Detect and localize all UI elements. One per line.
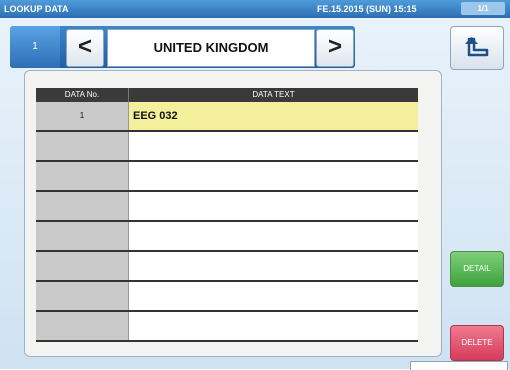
data-text-cell[interactable] (128, 192, 418, 220)
data-text-cell[interactable] (128, 252, 418, 280)
data-no-cell (36, 222, 128, 250)
data-text-cell[interactable] (128, 312, 418, 340)
data-no-cell (36, 132, 128, 160)
lookup-table: DATA No. DATA TEXT 1 EEG 032 (36, 88, 418, 342)
screen-title: LOOKUP DATA (4, 4, 69, 14)
datetime-display: FE.15.2015 (SUN) 15:15 (317, 4, 417, 14)
table-row[interactable]: 1 EEG 032 (36, 102, 418, 132)
data-text-cell[interactable] (128, 162, 418, 190)
lookup-data-screen: LOOKUP DATA FE.15.2015 (SUN) 15:15 1/1 1… (0, 0, 510, 370)
data-text-cell[interactable] (128, 132, 418, 160)
table-row[interactable] (36, 222, 418, 252)
data-no-cell (36, 162, 128, 190)
table-row[interactable] (36, 132, 418, 162)
data-no-cell (36, 312, 128, 340)
delete-button[interactable]: DELETE (450, 325, 504, 361)
column-header-data-text: DATA TEXT (129, 88, 418, 102)
column-header-data-no: DATA No. (36, 88, 129, 102)
data-text-cell[interactable] (128, 282, 418, 310)
next-record-button[interactable]: > (316, 29, 354, 67)
title-bar: LOOKUP DATA FE.15.2015 (SUN) 15:15 1/1 (0, 0, 510, 18)
data-text-cell[interactable]: EEG 032 (128, 102, 418, 130)
table-row[interactable] (36, 252, 418, 282)
data-text-cell[interactable] (128, 222, 418, 250)
record-title: UNITED KINGDOM (107, 29, 315, 67)
table-header: DATA No. DATA TEXT (36, 88, 418, 102)
table-row[interactable] (36, 192, 418, 222)
data-no-cell: 1 (36, 102, 128, 130)
table-row[interactable] (36, 162, 418, 192)
data-no-cell (36, 192, 128, 220)
table-row[interactable] (36, 282, 418, 312)
back-button[interactable] (450, 26, 504, 70)
page-indicator: 1/1 (461, 2, 505, 15)
detail-button[interactable]: DETAIL (450, 251, 504, 287)
return-arrow-icon (465, 37, 489, 57)
data-no-cell (36, 282, 128, 310)
previous-record-button[interactable]: < (66, 29, 104, 67)
table-row[interactable] (36, 312, 418, 342)
record-navigator: 1 < UNITED KINGDOM > (10, 26, 355, 68)
record-number[interactable]: 1 (10, 26, 60, 68)
data-no-cell (36, 252, 128, 280)
